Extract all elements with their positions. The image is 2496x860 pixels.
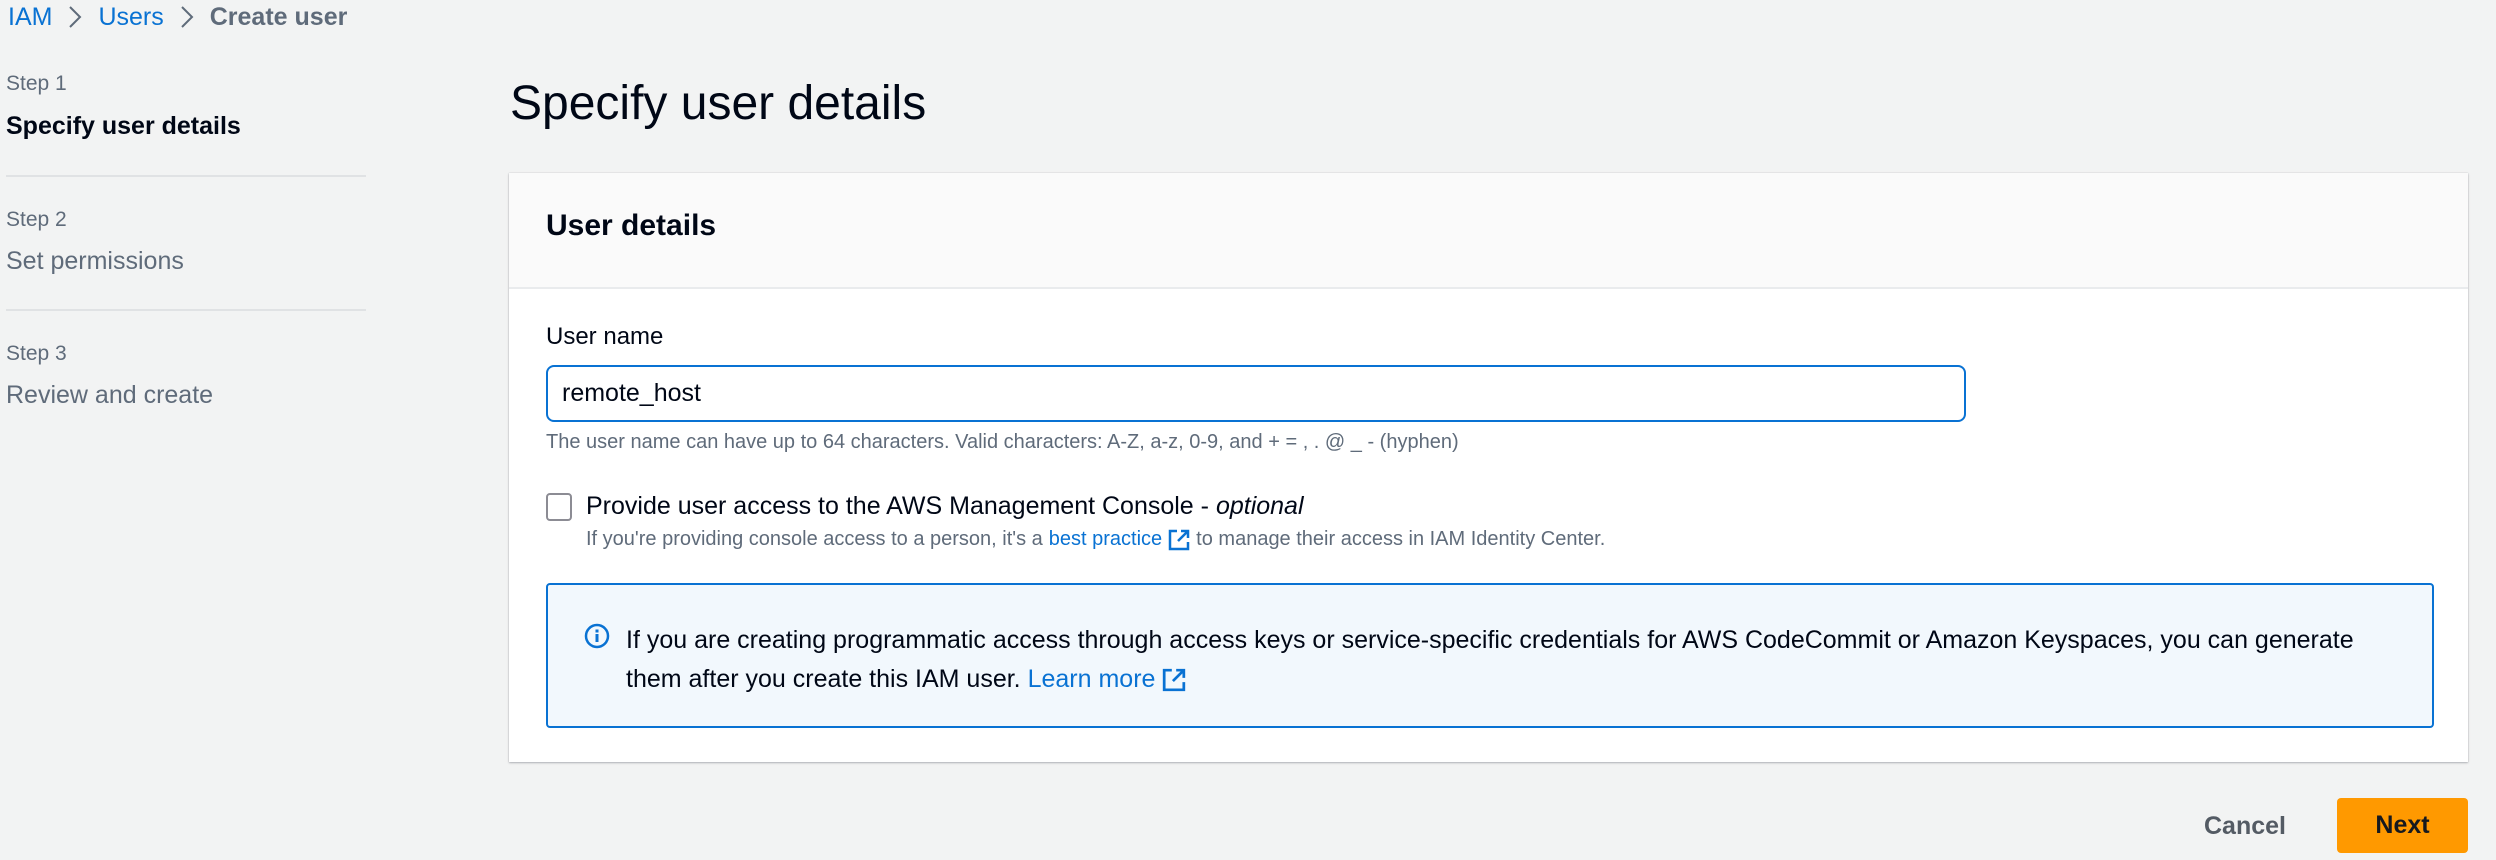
user-name-label: User name	[546, 323, 663, 351]
step-3-title[interactable]: Review and create	[6, 381, 213, 410]
step-2-number: Step 2	[6, 208, 67, 232]
chevron-right-icon	[68, 5, 82, 29]
container-title: User details	[546, 209, 716, 243]
learn-more-link[interactable]: Learn more	[1028, 665, 1156, 693]
description-suffix: to manage their access in IAM Identity C…	[1196, 528, 1605, 551]
step-2-title[interactable]: Set permissions	[6, 247, 184, 276]
breadcrumb-current: Create user	[210, 3, 348, 32]
cancel-button[interactable]: Cancel	[2190, 800, 2300, 852]
chevron-right-icon	[180, 5, 194, 29]
console-access-description: If you're providing console access to a …	[586, 528, 1605, 551]
container-header: User details	[509, 173, 2468, 289]
step-1-number: Step 1	[6, 72, 67, 96]
best-practice-link[interactable]: best practice	[1049, 528, 1162, 551]
breadcrumb-iam[interactable]: IAM	[8, 3, 52, 32]
breadcrumb-users[interactable]: Users	[98, 3, 163, 32]
next-button[interactable]: Next	[2337, 798, 2468, 853]
description-prefix: If you're providing console access to a …	[586, 528, 1043, 551]
breadcrumb: IAM Users Create user	[8, 0, 347, 34]
console-access-label-text: Provide user access to the AWS Managemen…	[586, 492, 1216, 520]
info-text: If you are creating programmatic access …	[626, 621, 2392, 699]
info-message: If you are creating programmatic access …	[626, 626, 2354, 693]
user-name-input[interactable]	[546, 365, 1966, 422]
divider	[6, 175, 366, 177]
step-3-number: Step 3	[6, 342, 67, 366]
user-name-hint: The user name can have up to 64 characte…	[546, 431, 1459, 454]
console-access-label[interactable]: Provide user access to the AWS Managemen…	[586, 492, 1304, 521]
external-link-icon	[1168, 529, 1190, 551]
info-icon	[584, 623, 610, 654]
external-link-icon	[1162, 668, 1186, 692]
optional-label: optional	[1216, 492, 1304, 520]
step-1-title: Specify user details	[6, 112, 241, 141]
info-alert: If you are creating programmatic access …	[546, 583, 2434, 728]
console-access-checkbox[interactable]	[546, 493, 572, 521]
divider	[6, 309, 366, 311]
page-title: Specify user details	[510, 76, 926, 131]
